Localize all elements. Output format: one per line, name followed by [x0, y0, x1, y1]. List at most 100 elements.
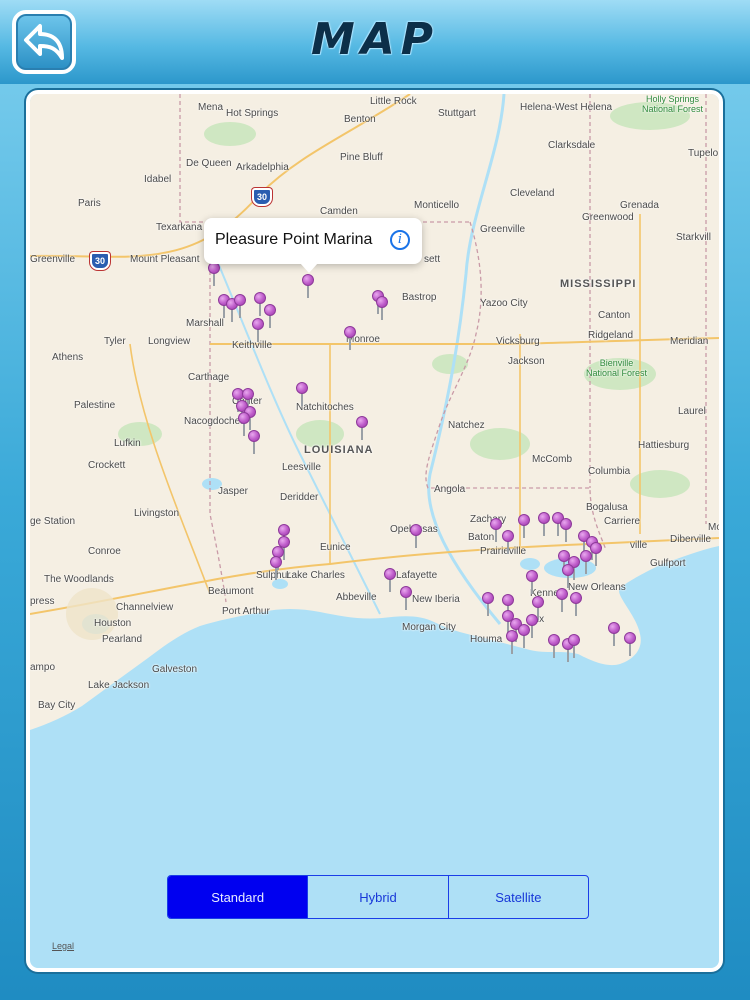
- map-pin[interactable]: [208, 262, 220, 286]
- state-label-louisiana: LOUISIANA: [304, 444, 374, 456]
- map-pin-head: [570, 592, 582, 604]
- map-pin[interactable]: [526, 570, 538, 594]
- map-pin-head: [384, 568, 396, 580]
- map-pin-needle: [415, 535, 417, 548]
- page-title: MAP: [310, 14, 440, 65]
- map-pin-head: [526, 570, 538, 582]
- map-pin-head: [538, 512, 550, 524]
- map-pin-needle: [487, 603, 489, 616]
- place-label: Hattiesburg: [638, 440, 690, 451]
- map-pin-needle: [231, 309, 233, 322]
- place-label: Bay City: [38, 700, 76, 711]
- map-pin-head: [400, 586, 412, 598]
- map-pin[interactable]: [482, 592, 494, 616]
- place-label: Laurel: [678, 406, 706, 417]
- map-pin[interactable]: [608, 622, 620, 646]
- map-pin-needle: [567, 575, 569, 588]
- map-pin-needle: [381, 307, 383, 320]
- place-label: Mount Pleasant: [130, 254, 200, 265]
- map-type-segmented-control[interactable]: Standard Hybrid Satellite: [167, 875, 589, 919]
- place-label: Lufkin: [114, 438, 141, 449]
- map-pin[interactable]: [568, 634, 580, 658]
- map-type-satellite[interactable]: Satellite: [449, 876, 588, 918]
- place-label: Port Arthur: [222, 606, 270, 617]
- place-label: Stuttgart: [438, 108, 476, 119]
- map-pin[interactable]: [410, 524, 422, 548]
- map-pin-needle: [275, 567, 277, 580]
- place-label: De Queen: [186, 158, 232, 169]
- map-pin[interactable]: [252, 318, 264, 342]
- park-label: Bienville National Forest: [586, 358, 648, 378]
- place-label: Little Rock: [370, 96, 417, 107]
- map-pin[interactable]: [264, 304, 276, 328]
- place-label: Angola: [434, 484, 466, 495]
- callout-title: Pleasure Point Marina: [215, 231, 373, 248]
- map-pin-needle: [223, 305, 225, 318]
- map-pin-needle: [595, 553, 597, 566]
- map-pin[interactable]: [562, 564, 574, 588]
- place-label: Athens: [52, 352, 84, 363]
- map-type-hybrid[interactable]: Hybrid: [308, 876, 449, 918]
- map-pin[interactable]: [506, 630, 518, 654]
- place-label: Carthage: [188, 372, 230, 383]
- map-pin[interactable]: [302, 274, 314, 298]
- header-bar: MAP: [0, 0, 750, 84]
- map-pin[interactable]: [502, 530, 514, 554]
- map-pin-needle: [361, 427, 363, 440]
- map-pin-head: [264, 304, 276, 316]
- map-pin-needle: [511, 641, 513, 654]
- map-pin-needle: [269, 315, 271, 328]
- map-pin-head: [376, 296, 388, 308]
- map-pin[interactable]: [356, 416, 368, 440]
- map-pin[interactable]: [344, 326, 356, 350]
- map-pin-needle: [629, 643, 631, 656]
- map-pin[interactable]: [570, 592, 582, 616]
- legal-link[interactable]: Legal: [52, 941, 74, 951]
- map-pin-needle: [543, 523, 545, 536]
- place-label: Conroe: [88, 546, 121, 557]
- place-label: Canton: [598, 310, 631, 321]
- place-label: Monticello: [414, 200, 460, 211]
- map-pin-needle: [389, 579, 391, 592]
- map-view[interactable]: 30 30 Mena Little Rock Stuttgart Helena-Wes…: [26, 90, 723, 972]
- place-label: Arkadelphia: [236, 162, 289, 173]
- map-pin[interactable]: [580, 550, 592, 574]
- place-label: press: [30, 596, 55, 607]
- map-pin-head: [526, 614, 538, 626]
- map-pin[interactable]: [556, 588, 568, 612]
- map-pin[interactable]: [376, 296, 388, 320]
- map-pin[interactable]: [248, 430, 260, 454]
- map-pin[interactable]: [234, 294, 246, 318]
- place-label: Jasper: [218, 486, 249, 497]
- map-pin-needle: [561, 599, 563, 612]
- map-pin[interactable]: [296, 382, 308, 406]
- map-pin-needle: [531, 581, 533, 594]
- place-label: McComb: [532, 454, 573, 465]
- map-pin[interactable]: [400, 586, 412, 610]
- place-label: Texarkana: [156, 222, 203, 233]
- map-pin[interactable]: [490, 518, 502, 542]
- place-label: Helena-West Helena: [520, 102, 613, 113]
- map-pin-needle: [565, 529, 567, 542]
- map-type-standard[interactable]: Standard: [168, 876, 309, 918]
- map-pin-needle: [523, 525, 525, 538]
- map-pin[interactable]: [624, 632, 636, 656]
- map-pin-head: [568, 634, 580, 646]
- map-pin-needle: [575, 603, 577, 616]
- map-pin[interactable]: [526, 614, 538, 638]
- place-label: Morgan City: [402, 622, 456, 633]
- map-pin-head: [344, 326, 356, 338]
- map-pin[interactable]: [548, 634, 560, 658]
- map-pin[interactable]: [560, 518, 572, 542]
- map-pin[interactable]: [518, 514, 530, 538]
- info-icon[interactable]: i: [390, 230, 410, 250]
- place-label: Beaumont: [208, 586, 254, 597]
- pin-callout[interactable]: Pleasure Point Marina i: [204, 218, 422, 273]
- map-pin-needle: [253, 441, 255, 454]
- map-pin[interactable]: [538, 512, 550, 536]
- map-pin-needle: [613, 633, 615, 646]
- place-label: Abbeville: [336, 592, 377, 603]
- map-pin[interactable]: [384, 568, 396, 592]
- map-pin[interactable]: [270, 556, 282, 580]
- map-pin-head: [548, 634, 560, 646]
